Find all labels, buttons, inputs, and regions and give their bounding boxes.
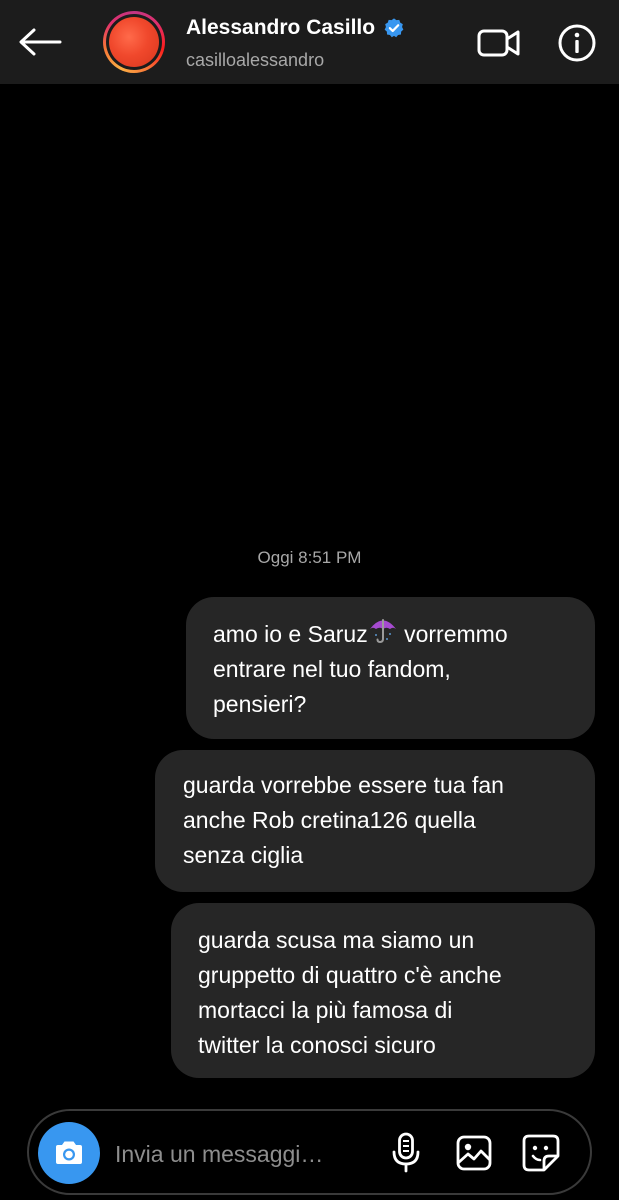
message-bubble[interactable]: guarda vorrebbe essere tua fan anche Rob… [155, 750, 595, 892]
microphone-icon [392, 1132, 420, 1173]
profile-name: Alessandro Casillo [186, 16, 376, 39]
message-composer [27, 1109, 592, 1195]
camera-button[interactable] [38, 1122, 100, 1184]
video-call-button[interactable] [474, 22, 524, 64]
message-text: guarda vorrebbe essere tua fan anche Rob… [183, 772, 504, 868]
voice-message-button[interactable] [384, 1129, 428, 1177]
message-text: amo io e Saruz vorremmo entrare nel tuo … [213, 616, 508, 722]
gallery-icon [456, 1135, 492, 1171]
sticker-button[interactable] [519, 1131, 563, 1175]
profile-avatar[interactable] [103, 11, 165, 73]
verified-badge-icon [384, 18, 404, 38]
message-bubble[interactable]: amo io e Saruz vorremmo entrare nel tuo … [186, 597, 595, 739]
chat-header: Alessandro Casillo casilloalessandro [0, 0, 619, 84]
message-text: guarda scusa ma siamo un gruppetto di qu… [198, 927, 502, 1058]
back-arrow-icon [19, 28, 62, 56]
info-icon [558, 24, 596, 62]
camera-icon [56, 1141, 82, 1164]
info-button[interactable] [554, 20, 600, 66]
back-button[interactable] [14, 18, 66, 66]
profile-username: casilloalessandro [186, 50, 325, 70]
avatar-image [109, 17, 159, 67]
message-input[interactable] [115, 1137, 365, 1171]
sticker-icon [522, 1134, 560, 1172]
message-timestamp: Oggi 8:51 PM [257, 548, 362, 567]
gallery-button[interactable] [452, 1131, 496, 1175]
umbrella-emoji-icon [369, 619, 396, 644]
message-bubble[interactable]: guarda scusa ma siamo un gruppetto di qu… [171, 903, 595, 1078]
profile-name-row[interactable]: Alessandro Casillo [186, 16, 405, 40]
video-call-icon [477, 29, 520, 57]
